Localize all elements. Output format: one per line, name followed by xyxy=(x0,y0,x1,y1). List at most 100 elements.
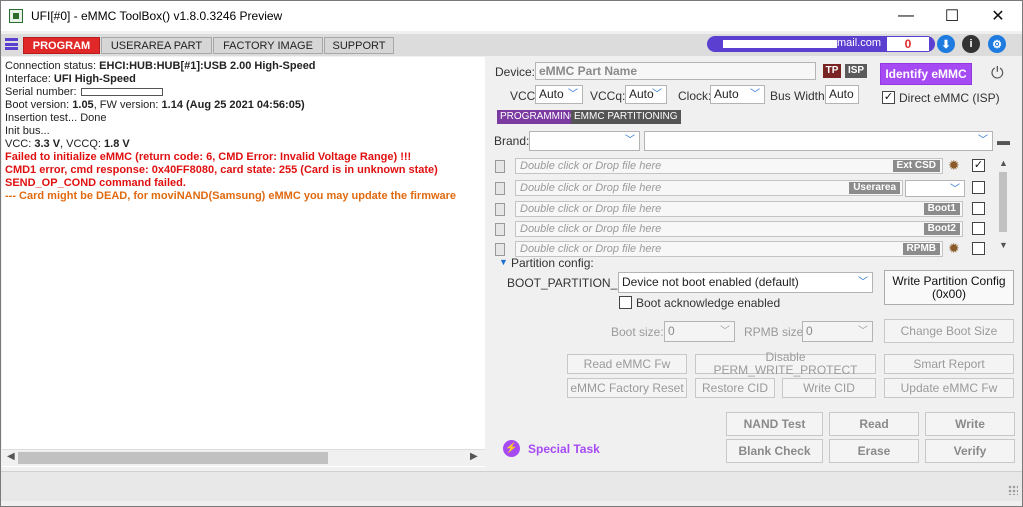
folder-icon[interactable]: ▬ xyxy=(997,133,1010,148)
clock-select[interactable]: Auto ﹀ xyxy=(710,85,765,104)
boot1-tag: Boot1 xyxy=(923,203,960,215)
chevron-down-icon: ﹀ xyxy=(625,135,635,146)
boot-size-select[interactable]: 0 ﹀ xyxy=(664,321,735,342)
tab-factory-image[interactable]: FACTORY IMAGE xyxy=(213,37,323,54)
restore-cid-button[interactable]: Restore CID xyxy=(695,378,775,398)
info-icon[interactable]: i xyxy=(962,35,980,53)
boot1-checkbox[interactable] xyxy=(972,202,985,215)
disable-perm-write-protect-button[interactable]: Disable PERM_WRITE_PROTECT xyxy=(695,351,876,377)
file-icon xyxy=(495,203,505,216)
credit-counter: 0 xyxy=(887,37,929,51)
hamburger-menu-icon[interactable] xyxy=(5,38,18,50)
brand-select[interactable]: ﹀ xyxy=(529,131,640,151)
file-icon xyxy=(495,223,505,236)
file-icon xyxy=(495,160,505,173)
status-bar xyxy=(1,471,1022,501)
log-line: Init bus... xyxy=(5,125,50,137)
userarea-checkbox[interactable] xyxy=(972,181,985,194)
change-boot-size-button[interactable]: Change Boot Size xyxy=(884,319,1014,343)
chevron-down-icon: ﹀ xyxy=(652,89,662,100)
userarea-select[interactable]: ﹀ xyxy=(905,180,965,197)
model-select[interactable]: ﹀ xyxy=(644,131,993,151)
write-cid-button[interactable]: Write CID xyxy=(782,378,876,398)
resize-grip-icon[interactable] xyxy=(1008,485,1018,495)
write-button[interactable]: Write xyxy=(925,412,1015,436)
read-emmc-fw-button[interactable]: Read eMMC Fw xyxy=(567,354,687,374)
read-button[interactable]: Read xyxy=(829,412,919,436)
scroll-thumb[interactable] xyxy=(999,172,1007,232)
rpmb-checkbox[interactable] xyxy=(972,242,985,255)
rpmb-tag: RPMB xyxy=(902,243,940,255)
write-partition-config-button[interactable]: Write Partition Config (0x00) xyxy=(884,270,1014,305)
log-line: VCC: 3.3 V, VCCQ: 1.8 V xyxy=(5,138,130,150)
subtab-programming[interactable]: PROGRAMMING xyxy=(497,110,581,124)
scroll-right-icon[interactable]: ▶ xyxy=(470,451,478,462)
tab-support[interactable]: SUPPORT xyxy=(324,37,394,54)
file-icon xyxy=(495,182,505,195)
verify-button[interactable]: Verify xyxy=(925,439,1015,463)
log-line: Serial number: xyxy=(5,86,163,99)
file-list-scrollbar[interactable]: ▲ ▼ xyxy=(996,158,1010,254)
lightning-icon[interactable]: ⚡ xyxy=(503,440,520,457)
partition-config-header: Partition config: xyxy=(511,256,594,270)
rpmb-size-label: RPMB size: xyxy=(744,325,807,339)
scroll-left-icon[interactable]: ◀ xyxy=(7,451,15,462)
scroll-thumb[interactable] xyxy=(18,452,328,464)
boot2-file-drop[interactable]: Double click or Drop file here Boot2 xyxy=(515,221,963,237)
vccq-label: VCCq: xyxy=(590,89,626,103)
boot-ack-label: Boot acknowledge enabled xyxy=(636,296,781,310)
rpmb-file-drop[interactable]: Double click or Drop file here RPMB xyxy=(515,241,943,257)
erase-button[interactable]: Erase xyxy=(829,439,919,463)
emmc-toolbox-window: UFI[#0] - eMMC ToolBox() v1.8.0.3246 Pre… xyxy=(0,0,1023,507)
bus-width-select[interactable]: Auto xyxy=(825,85,859,104)
log-horizontal-scrollbar[interactable]: ◀ ▶ xyxy=(2,449,485,466)
boot2-tag: Boot2 xyxy=(923,223,960,235)
device-part-name-field[interactable]: eMMC Part Name xyxy=(535,62,816,80)
ext-csd-checkbox[interactable]: ✓ xyxy=(972,159,985,172)
rpmb-size-select[interactable]: 0 ﹀ xyxy=(802,321,873,342)
control-panel: Device: eMMC Part Name TP ISP Identify e… xyxy=(485,57,1022,467)
direct-emmc-label: Direct eMMC (ISP) xyxy=(899,91,1000,105)
close-button[interactable]: ✕ xyxy=(975,1,1021,31)
emmc-factory-reset-button[interactable]: eMMC Factory Reset xyxy=(567,378,687,398)
direct-emmc-checkbox[interactable]: ✓ xyxy=(882,91,895,104)
scroll-up-icon[interactable]: ▲ xyxy=(999,158,1008,168)
collapse-icon[interactable]: ▼ xyxy=(499,257,508,267)
power-icon[interactable]: ⏻ xyxy=(991,65,1004,83)
vccq-select[interactable]: Auto ﹀ xyxy=(625,85,667,104)
update-emmc-fw-button[interactable]: Update eMMC Fw xyxy=(884,378,1014,398)
vcc-select[interactable]: Auto ﹀ xyxy=(535,85,583,104)
boot-ack-checkbox[interactable] xyxy=(619,296,632,309)
smart-report-button[interactable]: Smart Report xyxy=(884,354,1014,374)
boot1-file-drop[interactable]: Double click or Drop file here Boot1 xyxy=(515,201,963,217)
device-label: Device: xyxy=(495,65,536,79)
special-task-link[interactable]: Special Task xyxy=(528,442,600,456)
boot-partition-label: BOOT_PARTITION_EN xyxy=(507,276,634,290)
boot-partition-select[interactable]: Device not boot enabled (default) ﹀ xyxy=(618,272,873,293)
boot2-checkbox[interactable] xyxy=(972,222,985,235)
account-email: mail.com xyxy=(837,37,882,49)
identify-emmc-button[interactable]: Identify eMMC xyxy=(880,63,972,85)
settings-gear-icon[interactable]: ✹ xyxy=(948,157,960,174)
tp-badge[interactable]: TP xyxy=(823,64,841,78)
chevron-down-icon: ﹀ xyxy=(858,326,868,337)
tab-program[interactable]: PROGRAM xyxy=(23,37,100,54)
log-line: Insertion test... Done xyxy=(5,112,107,124)
file-icon xyxy=(495,243,505,256)
ext-csd-tag: Ext CSD xyxy=(892,160,940,172)
scroll-down-icon[interactable]: ▼ xyxy=(999,240,1008,250)
subtab-emmc-partitioning[interactable]: EMMC PARTITIONING xyxy=(571,110,681,124)
window-title: UFI[#0] - eMMC ToolBox() v1.8.0.3246 Pre… xyxy=(31,9,283,23)
maximize-button[interactable]: ☐ xyxy=(929,1,975,31)
nand-test-button[interactable]: NAND Test xyxy=(726,412,823,436)
minimize-button[interactable]: — xyxy=(883,1,929,31)
userarea-file-drop[interactable]: Double click or Drop file here Userarea xyxy=(515,180,903,196)
ext-csd-file-drop[interactable]: Double click or Drop file here Ext CSD xyxy=(515,158,943,174)
gear-icon[interactable]: ⚙ xyxy=(988,35,1006,53)
tab-userarea-part[interactable]: USERAREA PART xyxy=(101,37,212,54)
serial-redaction xyxy=(80,88,163,97)
isp-badge[interactable]: ISP xyxy=(845,64,867,78)
download-icon[interactable]: ⬇ xyxy=(937,35,955,53)
blank-check-button[interactable]: Blank Check xyxy=(726,439,823,463)
rpmb-settings-icon[interactable]: ✹ xyxy=(948,240,960,257)
